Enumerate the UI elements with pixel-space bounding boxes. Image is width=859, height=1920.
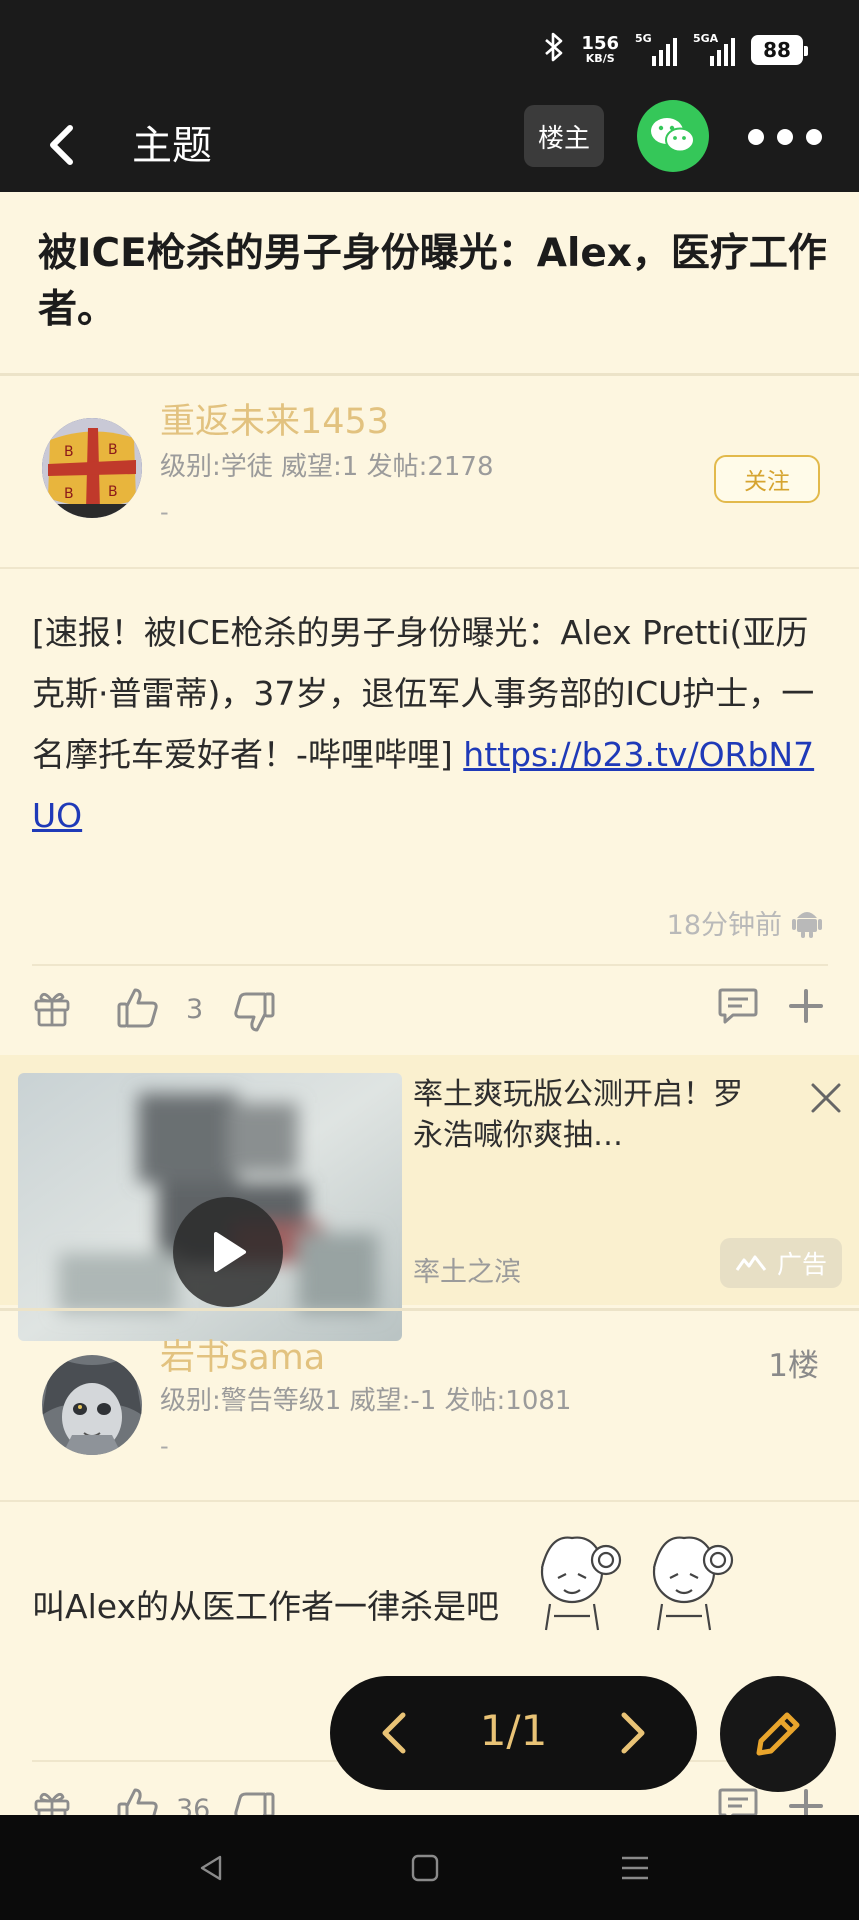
more-icon[interactable] xyxy=(748,120,822,154)
page-title: 主题 xyxy=(132,123,212,169)
back-arrow-icon[interactable] xyxy=(40,122,86,168)
net-speed: 156 KB/S xyxy=(581,35,619,65)
author-signature: - xyxy=(160,498,169,526)
wechat-share-button[interactable] xyxy=(637,100,709,172)
author-meta: 级别:学徒 威望:1 发帖:2178 xyxy=(160,452,494,482)
bluetooth-icon xyxy=(543,31,565,70)
system-menu-icon[interactable] xyxy=(620,1853,650,1887)
svg-text:B: B xyxy=(108,442,118,458)
reply-author-name[interactable]: 岩书sama xyxy=(160,1336,325,1380)
svg-text:B: B xyxy=(108,484,118,500)
play-icon[interactable] xyxy=(173,1197,283,1307)
android-icon xyxy=(792,912,822,938)
wechat-icon xyxy=(651,118,695,153)
battery-icon: 88 xyxy=(751,35,808,65)
svg-text:B: B xyxy=(64,486,74,502)
avatar[interactable]: B B B B xyxy=(42,418,142,518)
system-nav-bar xyxy=(0,1815,859,1920)
reply-body: 叫Alex的从医工作者一律杀是吧 xyxy=(32,1587,499,1626)
post-actions: 3 xyxy=(0,982,859,1042)
avatar[interactable] xyxy=(42,1355,142,1455)
comment-icon[interactable] xyxy=(717,986,759,1030)
sticker-image xyxy=(520,1520,750,1632)
next-page-icon[interactable] xyxy=(605,1707,657,1759)
like-icon[interactable] xyxy=(116,986,160,1034)
divider xyxy=(0,567,859,569)
ad-logo-icon xyxy=(735,1255,767,1271)
ad-source: 率土之滨 xyxy=(413,1257,521,1288)
status-bar: 156 KB/S 5G 5GA 88 xyxy=(0,0,859,100)
divider xyxy=(0,1308,859,1311)
follow-button[interactable]: 关注 xyxy=(714,455,820,503)
signal-icon: 5GA xyxy=(693,32,735,66)
post-time-text: 18分钟前 xyxy=(666,909,782,941)
top-nav-bar: 主题 楼主 xyxy=(0,100,859,192)
close-icon[interactable] xyxy=(808,1080,844,1116)
divider xyxy=(32,964,828,966)
system-home-icon[interactable] xyxy=(410,1853,440,1887)
op-only-button[interactable]: 楼主 xyxy=(524,105,604,167)
divider xyxy=(0,1500,859,1502)
add-icon[interactable] xyxy=(788,988,824,1028)
net-speed-unit: KB/S xyxy=(585,52,615,65)
post-body: [速报！被ICE枪杀的男子身份曝光：Alex Pretti(亚历克斯·普雷蒂)，… xyxy=(32,602,818,846)
gift-icon[interactable] xyxy=(32,988,72,1032)
ad-badge-text: 广告 xyxy=(776,1250,827,1279)
dislike-icon[interactable] xyxy=(232,990,276,1038)
like-count: 3 xyxy=(186,994,204,1025)
author-name[interactable]: 重返未来1453 xyxy=(160,400,389,444)
floor-number: 1楼 xyxy=(768,1348,819,1384)
status-icons: 156 KB/S 5G 5GA 88 xyxy=(543,30,808,70)
svg-text:B: B xyxy=(64,444,74,460)
reply-author-signature: - xyxy=(160,1432,169,1460)
battery-level: 88 xyxy=(763,38,791,62)
thread-title: 被ICE枪杀的男子身份曝光：Alex，医疗工作者。 xyxy=(38,231,827,332)
page-navigator: 1/1 xyxy=(330,1676,697,1790)
sim1-label: 5G xyxy=(635,32,652,45)
signal-icon: 5G xyxy=(635,32,677,66)
ad-title[interactable]: 率土爽玩版公测开启！罗永浩喊你爽抽… xyxy=(413,1074,743,1156)
system-back-icon[interactable] xyxy=(196,1853,226,1887)
divider xyxy=(0,373,859,376)
ad-badge: 广告 xyxy=(720,1238,842,1288)
post-time: 18分钟前 xyxy=(600,900,822,944)
compose-button[interactable] xyxy=(720,1676,836,1792)
pencil-icon xyxy=(756,1712,800,1756)
reply-author-meta: 级别:警告等级1 威望:-1 发帖:1081 xyxy=(160,1386,572,1416)
ad-video-thumbnail[interactable] xyxy=(18,1073,402,1341)
net-speed-value: 156 xyxy=(581,33,619,54)
